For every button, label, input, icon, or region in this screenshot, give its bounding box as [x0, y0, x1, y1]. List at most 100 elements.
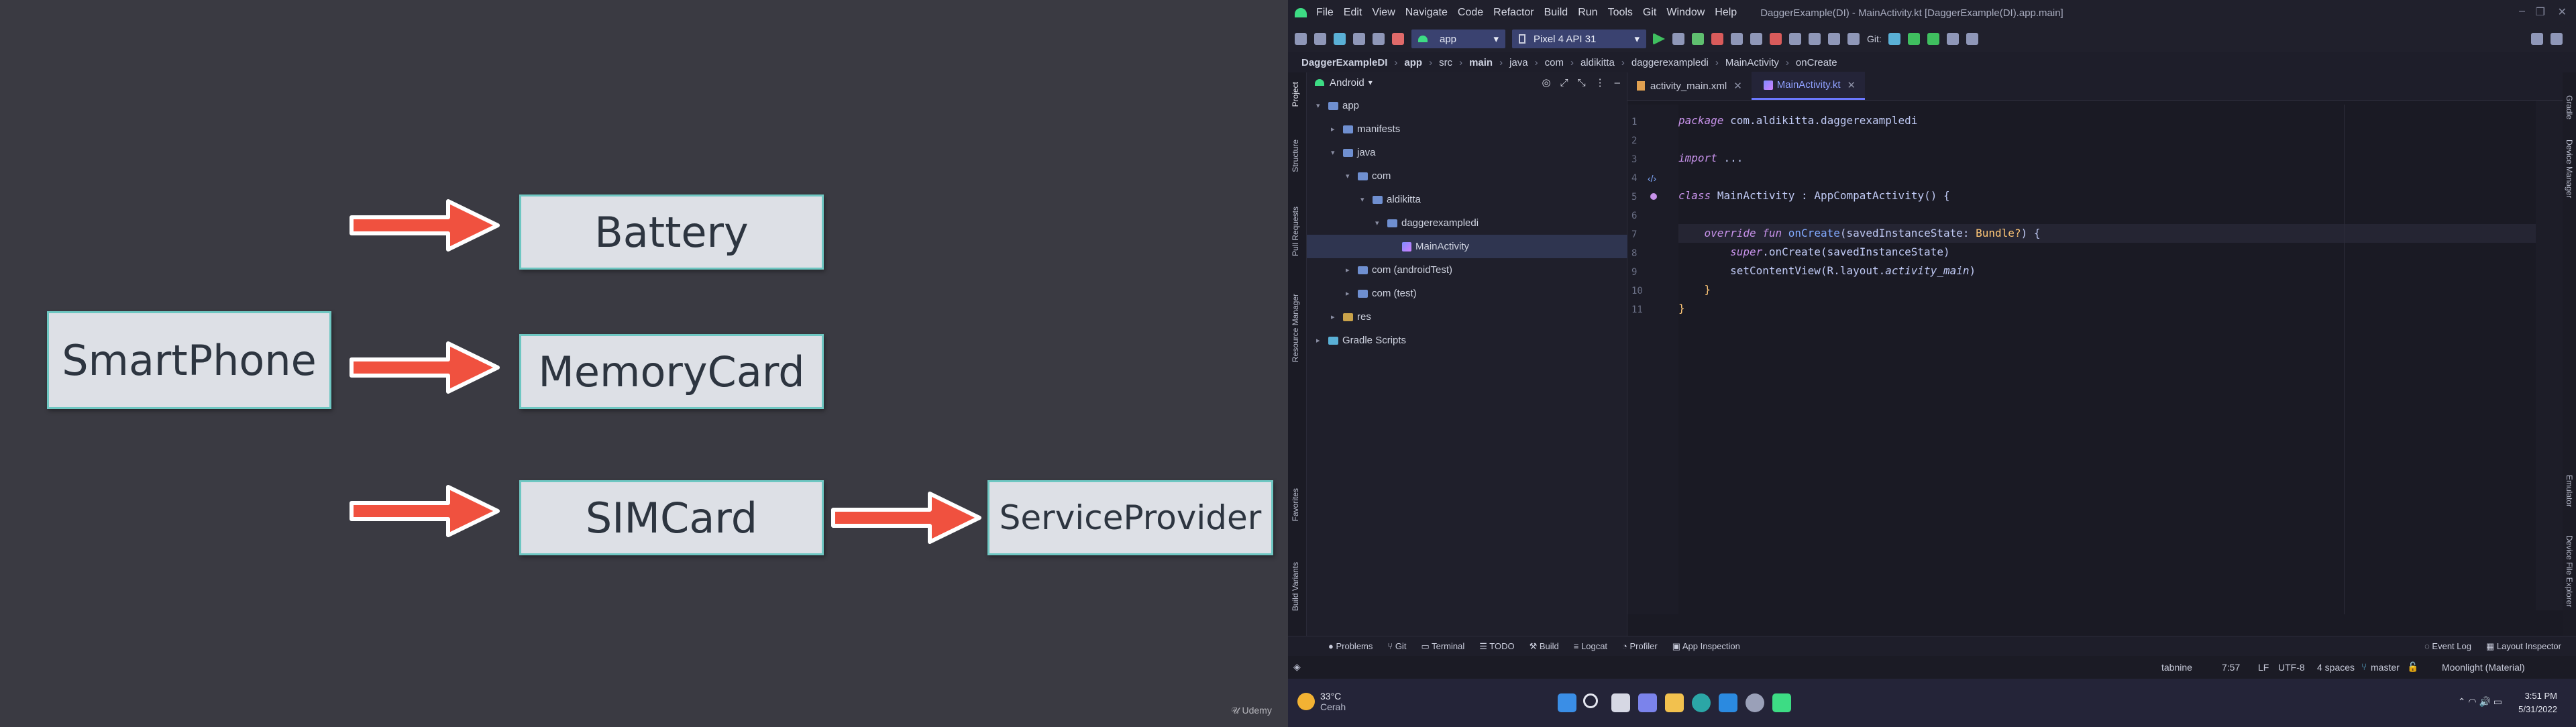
wifi-icon[interactable]: ◠ [2468, 696, 2476, 707]
edge-browser-icon[interactable] [1692, 693, 1711, 712]
hide-panel-icon[interactable]: – [1615, 77, 1620, 89]
tool-tab-pull-requests[interactable]: Pull Requests [1291, 207, 1300, 256]
tree-item[interactable]: ▸ com (test) [1307, 282, 1627, 305]
tool-tab-favorites[interactable]: Favorites [1291, 488, 1300, 521]
ide-update-icon[interactable] [2551, 33, 2563, 45]
locate-icon[interactable]: ◎ [1542, 76, 1551, 89]
chevron-up-icon[interactable]: ⌃ [2458, 696, 2466, 707]
tool-tab-device-file-explorer[interactable]: Device File Explorer [2565, 535, 2574, 607]
chevron-right-icon[interactable]: ▸ [1331, 313, 1340, 321]
code-area[interactable]: package com.aldikitta.daggerexampledi im… [1678, 105, 2551, 614]
apply-changes-icon[interactable] [1789, 33, 1801, 45]
breadcrumb-item[interactable]: DaggerExampleDI [1301, 57, 1387, 68]
tool-event-log[interactable]: ◌ Event Log [2424, 641, 2471, 651]
import-fold[interactable]: ... [1723, 152, 1743, 164]
expand-all-icon[interactable]: ⤢ [1560, 77, 1568, 89]
tool-tab-device-manager[interactable]: Device Manager [2565, 139, 2574, 198]
coverage-icon[interactable] [1770, 33, 1782, 45]
tool-layout-inspector[interactable]: ▦ Layout Inspector [2486, 641, 2561, 652]
vscode-icon[interactable] [1719, 693, 1737, 712]
task-view-icon[interactable] [1611, 693, 1630, 712]
attach-debugger-icon[interactable] [1750, 33, 1762, 45]
android-studio-icon[interactable] [1772, 693, 1791, 712]
chevron-right-icon[interactable]: ▸ [1346, 289, 1355, 298]
windows-start-icon[interactable] [1558, 693, 1576, 712]
file-explorer-icon[interactable] [1665, 693, 1684, 712]
gradle-sync-icon[interactable] [1809, 33, 1821, 45]
close-tab-icon[interactable]: ✕ [1847, 79, 1856, 91]
breadcrumb-item[interactable]: onCreate [1796, 57, 1837, 68]
minimize-icon[interactable]: – [2519, 5, 2525, 17]
battery-icon[interactable]: ▭ [2493, 696, 2502, 707]
close-tab-icon[interactable]: ✕ [1733, 80, 1742, 92]
forward-icon[interactable] [1373, 33, 1385, 45]
tool-profiler[interactable]: ◔ Profiler [1622, 641, 1658, 651]
tool-build[interactable]: ⚒ Build [1529, 641, 1559, 652]
tool-tab-gradle[interactable]: Gradle [2565, 95, 2574, 119]
tool-app-inspection[interactable]: ▣ App Inspection [1672, 641, 1740, 652]
chevron-right-icon[interactable]: ▸ [1316, 336, 1326, 345]
maximize-icon[interactable]: ❐ [2536, 5, 2545, 19]
open-folder-icon[interactable] [1295, 33, 1307, 45]
menu-help[interactable]: Help [1715, 7, 1737, 19]
chevron-right-icon[interactable]: ▸ [1331, 125, 1340, 133]
sync-icon[interactable] [1334, 33, 1346, 45]
taskbar-clock[interactable]: 3:51 PM 5/31/2022 [2518, 689, 2557, 716]
save-icon[interactable] [1314, 33, 1326, 45]
menu-run[interactable]: Run [1578, 7, 1597, 19]
tree-item[interactable]: ▾ com [1307, 164, 1627, 188]
close-icon[interactable]: ✕ [2558, 5, 2567, 19]
breadcrumb-item[interactable]: com [1545, 57, 1564, 68]
lock-icon[interactable]: 🔓 [2407, 661, 2418, 673]
weather-widget[interactable]: 33°C Cerah [1297, 691, 1346, 712]
chevron-down-icon[interactable]: ▾ [1331, 148, 1340, 157]
sdk-manager-icon[interactable] [1847, 33, 1860, 45]
status-tabnine[interactable]: tabnine [2161, 662, 2192, 673]
tree-item[interactable]: ▸ com (androidTest) [1307, 258, 1627, 282]
menu-build[interactable]: Build [1544, 7, 1568, 19]
tool-tab-structure[interactable]: Structure [1291, 139, 1300, 172]
chevron-down-icon[interactable]: ▾ [1346, 172, 1355, 180]
tree-item[interactable]: ▾ daggerexampledi [1307, 211, 1627, 235]
breadcrumb-item[interactable]: main [1469, 57, 1493, 68]
tree-item[interactable]: ▾ app [1307, 94, 1627, 117]
run-icon[interactable] [1653, 33, 1665, 45]
chevron-down-icon[interactable]: ▾ [1360, 195, 1370, 204]
tool-tab-build-variants[interactable]: Build Variants [1291, 562, 1300, 611]
search-icon[interactable] [1583, 693, 1598, 708]
options-icon[interactable]: ⋮ [1595, 76, 1605, 89]
menu-tools[interactable]: Tools [1608, 7, 1633, 19]
tree-item[interactable]: ▾ java [1307, 141, 1627, 164]
menu-file[interactable]: File [1316, 7, 1334, 19]
tool-tab-project[interactable]: Project [1291, 82, 1300, 107]
volume-icon[interactable]: 🔊 [2479, 696, 2490, 707]
status-indent[interactable]: 4 spaces [2317, 662, 2355, 673]
tool-todo[interactable]: ☰ TODO [1479, 641, 1514, 652]
chevron-down-icon[interactable]: ▾ [1368, 78, 1373, 87]
breadcrumb-item[interactable]: daggerexampledi [1631, 57, 1709, 68]
teams-chat-icon[interactable] [1638, 693, 1657, 712]
breadcrumb-item[interactable]: src [1439, 57, 1452, 68]
tab-mainactivity-kt[interactable]: MainActivity.kt ✕ [1751, 72, 1866, 100]
system-tray[interactable]: ⌃ ◠ 🔊 ▭ [2458, 696, 2502, 708]
debug-icon[interactable] [1692, 33, 1704, 45]
breadcrumb-item[interactable]: MainActivity [1725, 57, 1779, 68]
menu-git[interactable]: Git [1643, 7, 1656, 19]
breadcrumb-item[interactable]: app [1404, 57, 1422, 68]
tool-terminal[interactable]: ▭ Terminal [1421, 641, 1464, 652]
status-caret-position[interactable]: 7:57 [2222, 662, 2240, 673]
menu-view[interactable]: View [1372, 7, 1395, 19]
breadcrumb-item[interactable]: java [1509, 57, 1528, 68]
menu-window[interactable]: Window [1666, 7, 1705, 19]
collapse-all-icon[interactable]: ⤡ [1578, 77, 1586, 89]
menu-navigate[interactable]: Navigate [1405, 7, 1448, 19]
rerun-icon[interactable] [1672, 33, 1684, 45]
menu-refactor[interactable]: Refactor [1493, 7, 1534, 19]
tree-item[interactable]: ▾ aldikitta [1307, 188, 1627, 211]
project-view-selector[interactable]: Android [1330, 77, 1364, 89]
make-icon[interactable] [1392, 33, 1404, 45]
search-everywhere-icon[interactable] [2531, 33, 2543, 45]
settings-gear-icon[interactable] [1746, 693, 1764, 712]
profile-icon[interactable] [1731, 33, 1743, 45]
chevron-down-icon[interactable]: ▾ [1375, 219, 1385, 227]
